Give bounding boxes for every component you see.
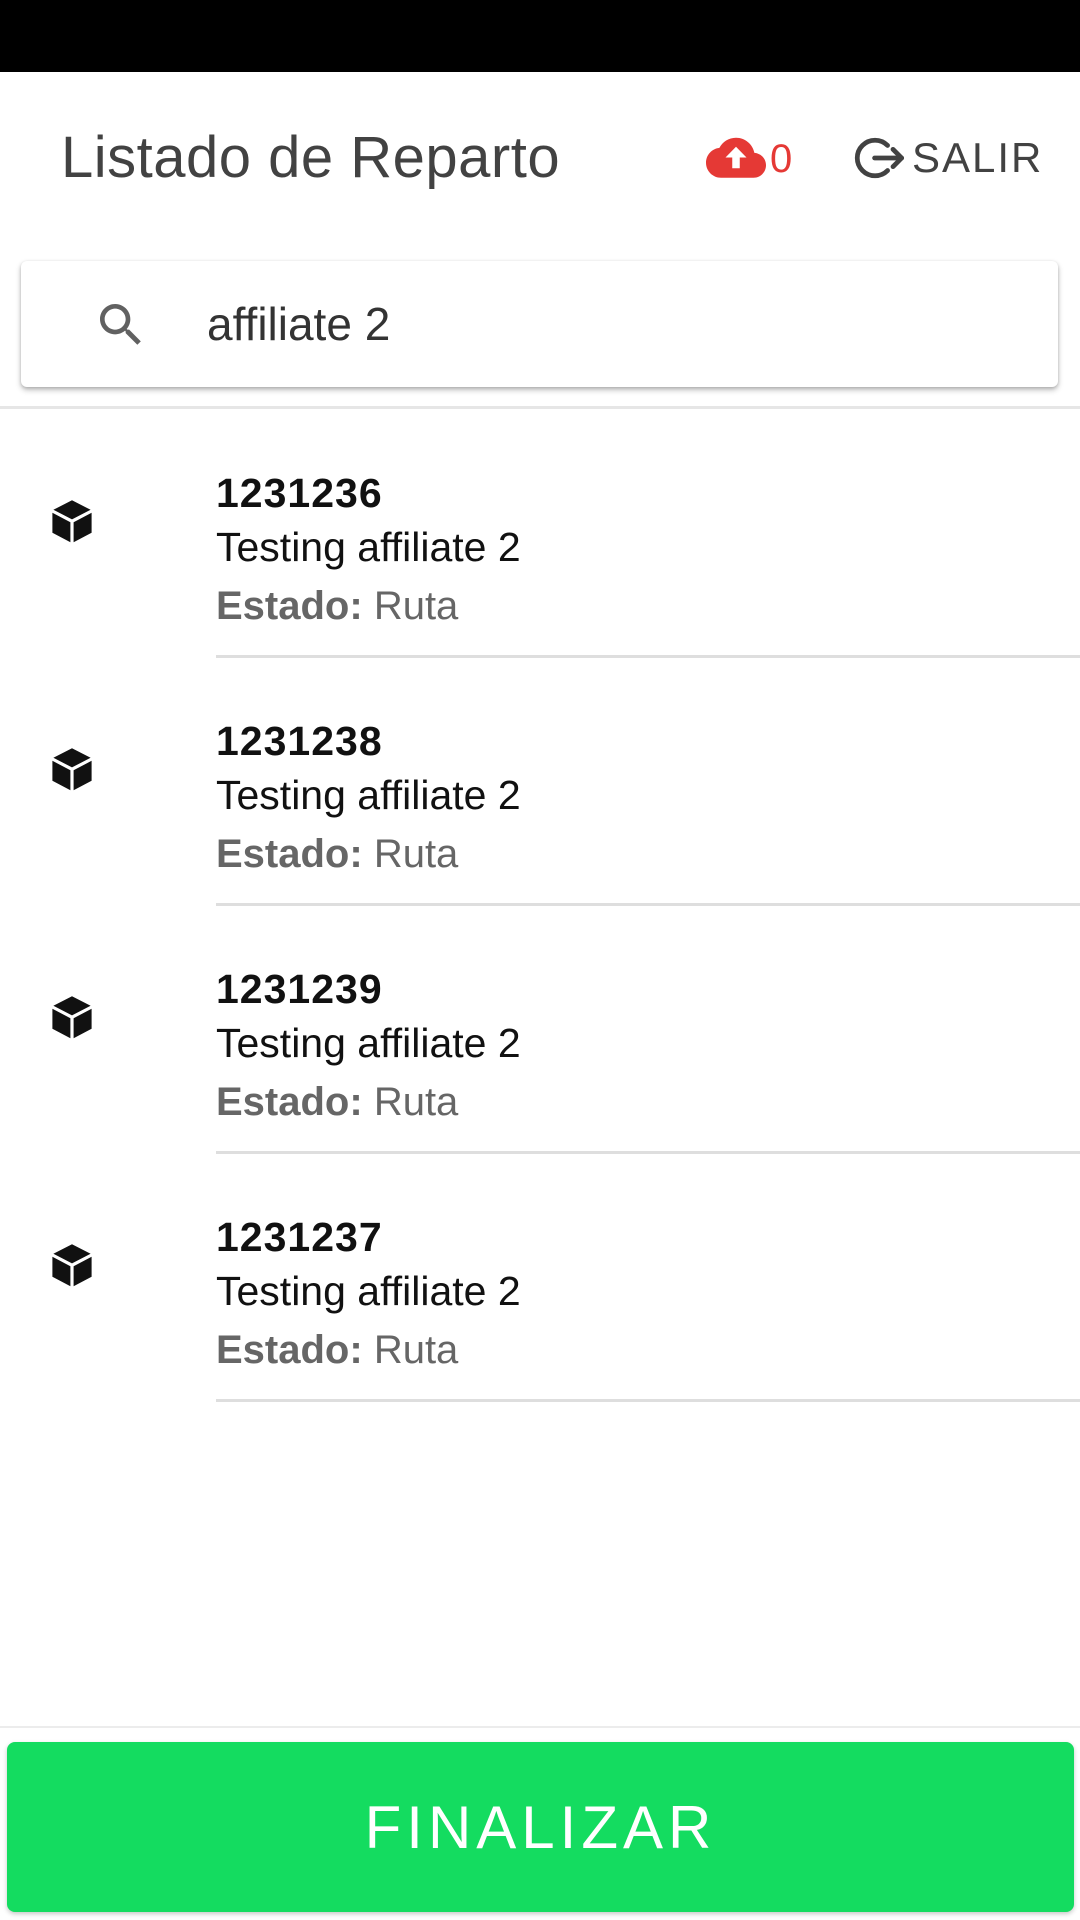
delivery-id: 1231238 xyxy=(216,718,383,764)
delivery-id: 1231237 xyxy=(216,1214,383,1260)
search-icon xyxy=(100,304,141,345)
status-label: Estado: xyxy=(216,1080,363,1124)
delivery-list-item[interactable]: 1231236 Testing affiliate 2 Estado: Ruta xyxy=(0,410,1080,658)
logout-button[interactable]: SALIR xyxy=(854,130,1043,186)
delivery-list-item[interactable]: 1231238 Testing affiliate 2 Estado: Ruta xyxy=(0,658,1080,906)
status-value: Ruta xyxy=(373,1328,459,1372)
app-header: Listado de Reparto 0 SALIR xyxy=(0,72,1080,240)
page-title: Listado de Reparto xyxy=(61,125,561,190)
delivery-status: Estado: Ruta xyxy=(216,832,458,877)
list-divider xyxy=(0,406,1080,409)
delivery-name: Testing affiliate 2 xyxy=(216,772,521,818)
delivery-list-item[interactable]: 1231237 Testing affiliate 2 Estado: Ruta xyxy=(0,1154,1080,1402)
bottom-action-bar: FINALIZAR xyxy=(0,1726,1080,1920)
delivery-status: Estado: Ruta xyxy=(216,584,458,629)
logout-label: SALIR xyxy=(912,134,1044,181)
package-icon xyxy=(52,996,92,1039)
status-label: Estado: xyxy=(216,1328,363,1372)
delivery-status: Estado: Ruta xyxy=(216,1080,458,1125)
delivery-id: 1231236 xyxy=(216,470,383,516)
finalize-button[interactable]: FINALIZAR xyxy=(7,1742,1074,1912)
package-icon xyxy=(52,1244,92,1287)
pending-upload-count: 0 xyxy=(770,137,793,181)
delivery-list: 1231236 Testing affiliate 2 Estado: Ruta… xyxy=(0,410,1080,1402)
search-input[interactable] xyxy=(207,287,1027,361)
status-value: Ruta xyxy=(373,1080,459,1124)
delivery-name: Testing affiliate 2 xyxy=(216,524,521,570)
status-value: Ruta xyxy=(373,584,459,628)
delivery-name: Testing affiliate 2 xyxy=(216,1268,521,1314)
status-value: Ruta xyxy=(373,832,459,876)
delivery-status: Estado: Ruta xyxy=(216,1328,458,1373)
delivery-name: Testing affiliate 2 xyxy=(216,1020,521,1066)
search-bar xyxy=(21,261,1058,387)
logout-icon xyxy=(854,137,905,179)
cloud-upload-icon xyxy=(706,137,766,178)
status-bar xyxy=(0,0,1080,72)
delivery-list-item[interactable]: 1231239 Testing affiliate 2 Estado: Ruta xyxy=(0,906,1080,1154)
sync-indicator[interactable]: 0 xyxy=(706,134,792,184)
status-label: Estado: xyxy=(216,584,363,628)
package-icon xyxy=(52,500,92,543)
item-divider xyxy=(216,1399,1080,1402)
status-label: Estado: xyxy=(216,832,363,876)
package-icon xyxy=(52,748,92,791)
delivery-id: 1231239 xyxy=(216,966,383,1012)
